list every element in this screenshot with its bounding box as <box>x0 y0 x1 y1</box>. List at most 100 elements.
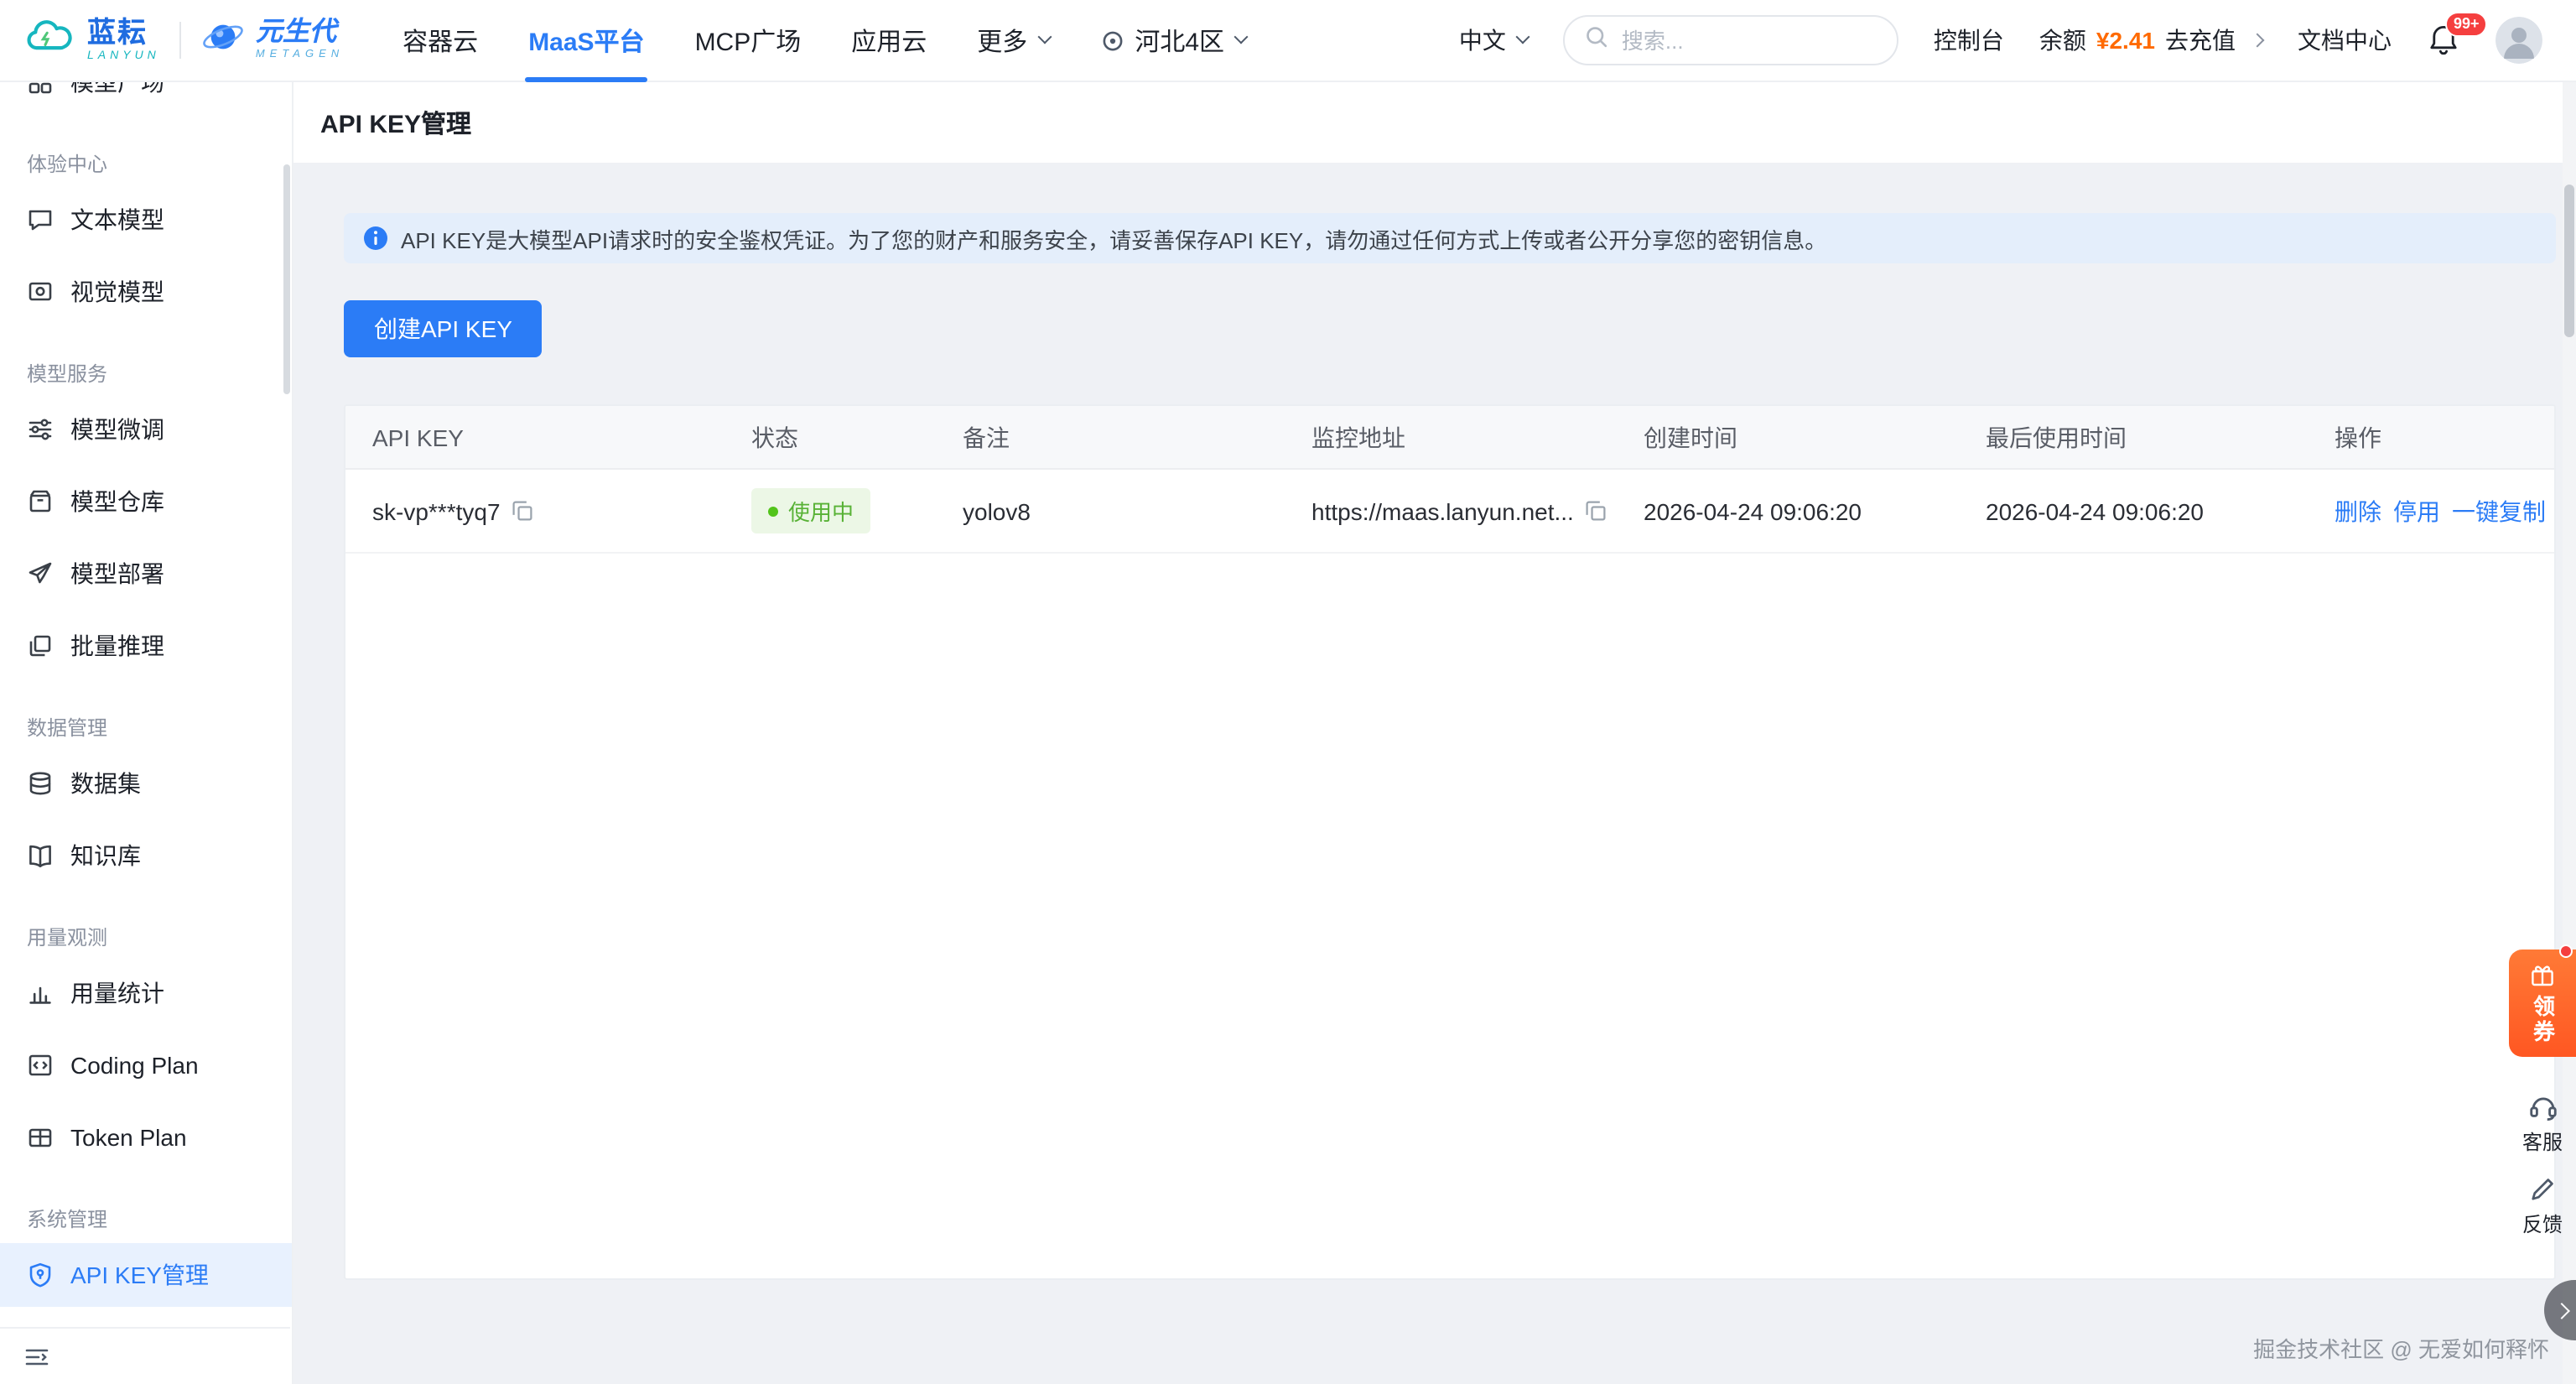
coupon-float-button[interactable]: 领券 <box>2509 950 2576 1057</box>
one-click-copy-link[interactable]: 一键复制 <box>2452 494 2546 528</box>
app-root: 蓝耘 LANYUN 元生代 METAGEN 容器云 MaaS平台 MCP广场 应… <box>0 0 2576 1384</box>
tune-icon <box>27 416 54 443</box>
api-key-table-card: API KEY 状态 备注 监控地址 创建时间 最后使用时间 操作 sk-vp*… <box>344 404 2556 1280</box>
support-float-button[interactable]: 客服 <box>2512 1090 2573 1156</box>
page-scrollbar-thumb[interactable] <box>2564 185 2574 337</box>
location-icon <box>1099 28 1124 53</box>
sidebar-item-label: 模型部署 <box>70 557 164 591</box>
language-selector[interactable]: 中文 <box>1459 23 1528 57</box>
notification-bell[interactable]: 99+ <box>2427 23 2460 57</box>
brand-divider <box>180 22 182 59</box>
region-label: 河北4区 <box>1135 23 1224 58</box>
column-header-last-used: 最后使用时间 <box>1959 420 2308 454</box>
sidebar-section-data-management: 数据管理 <box>27 715 265 743</box>
sidebar-item-label: 知识库 <box>70 839 141 872</box>
nav-item-container-cloud[interactable]: 容器云 <box>377 0 503 81</box>
column-header-status: 状态 <box>724 420 936 454</box>
sidebar-item-label: Coding Plan <box>70 1052 199 1079</box>
sidebar-item-label: 模型仓库 <box>70 485 164 518</box>
column-header-monitor-url: 监控地址 <box>1285 420 1617 454</box>
sidebar: 模型广场 体验中心 文本模型 视觉模型 模型服务 模型微调 模型仓库 <box>0 82 293 1384</box>
search-input[interactable] <box>1622 28 1877 53</box>
balance-recharge[interactable]: 余额 ¥2.41 去充值 <box>2039 23 2262 57</box>
coupon-notification-dot <box>2559 944 2573 958</box>
sidebar-item-dataset[interactable]: 数据集 <box>0 752 292 815</box>
chevron-down-icon <box>1234 30 1249 44</box>
sidebar-item-batch-inference[interactable]: 批量推理 <box>0 614 292 678</box>
nav-item-app-cloud[interactable]: 应用云 <box>826 0 952 81</box>
brand-lanyun[interactable]: 蓝耘 LANYUN 元生代 METAGEN <box>23 14 344 66</box>
nav-label: 更多 <box>977 23 1027 58</box>
nav-label: MCP广场 <box>695 23 802 58</box>
sidebar-item-text-model[interactable]: 文本模型 <box>0 188 292 252</box>
support-label: 客服 <box>2522 1127 2563 1156</box>
sidebar-item-coding-plan[interactable]: Coding Plan <box>0 1033 292 1097</box>
create-api-key-button[interactable]: 创建API KEY <box>344 300 543 357</box>
balance-amount: ¥2.41 <box>2096 27 2155 54</box>
api-key-cell: sk-vp***tyq7 <box>345 497 724 524</box>
copy-monitor-url-icon[interactable] <box>1586 500 1607 522</box>
sidebar-scrollbar-thumb[interactable] <box>283 164 290 394</box>
status-dot-icon <box>768 506 778 516</box>
console-link[interactable]: 控制台 <box>1934 23 2004 57</box>
chart-icon <box>27 980 54 1007</box>
vision-icon <box>27 278 54 305</box>
sidebar-item-model-marketplace[interactable]: 模型广场 <box>0 82 292 114</box>
search-icon <box>1585 24 1608 56</box>
shield-icon <box>27 1262 54 1288</box>
sidebar-item-usage-stats[interactable]: 用量统计 <box>0 961 292 1025</box>
chevron-right-icon <box>2553 1302 2570 1319</box>
brand-lanyun-text: 蓝耘 LANYUN <box>87 18 160 62</box>
sidebar-item-model-finetune[interactable]: 模型微调 <box>0 398 292 461</box>
status-label: 使用中 <box>788 495 854 527</box>
last-used-cell: 2026-04-24 09:06:20 <box>1959 497 2308 524</box>
sidebar-item-label: 模型广场 <box>70 82 164 99</box>
note-cell: yolov8 <box>936 497 1285 524</box>
sidebar-item-model-repository[interactable]: 模型仓库 <box>0 470 292 533</box>
region-selector[interactable]: 河北4区 <box>1074 0 1271 81</box>
recharge-link[interactable]: 去充值 <box>2165 23 2236 57</box>
token-icon <box>27 1124 54 1151</box>
sidebar-section-usage: 用量观测 <box>27 924 265 953</box>
column-header-note: 备注 <box>936 420 1285 454</box>
sidebar-section-model-services: 模型服务 <box>27 361 265 389</box>
sidebar-item-knowledge-base[interactable]: 知识库 <box>0 824 292 887</box>
status-badge: 使用中 <box>751 488 870 533</box>
nav-item-mcp-market[interactable]: MCP广场 <box>670 0 827 81</box>
sidebar-item-vision-model[interactable]: 视觉模型 <box>0 260 292 324</box>
sidebar-item-label: Token Plan <box>70 1124 187 1151</box>
collapse-sidebar-icon <box>23 1343 50 1370</box>
delete-link[interactable]: 删除 <box>2334 494 2381 528</box>
docs-center-link[interactable]: 文档中心 <box>2298 23 2392 57</box>
created-at-cell: 2026-04-24 09:06:20 <box>1617 497 1959 524</box>
column-header-actions: 操作 <box>2308 420 2554 454</box>
sidebar-collapse[interactable] <box>0 1327 290 1384</box>
sidebar-item-label: 文本模型 <box>70 203 164 237</box>
knowledge-icon <box>27 842 54 869</box>
brand-metagen-text: 元生代 METAGEN <box>256 20 344 61</box>
chevron-down-icon <box>1515 30 1530 44</box>
nav-item-maas-platform[interactable]: MaaS平台 <box>503 0 669 81</box>
brand-lanyun-cn: 蓝耘 <box>87 18 160 47</box>
sidebar-item-model-deploy[interactable]: 模型部署 <box>0 542 292 606</box>
sidebar-item-label: 批量推理 <box>70 629 164 663</box>
user-avatar[interactable] <box>2496 17 2542 64</box>
copy-api-key-icon[interactable] <box>512 500 534 522</box>
api-key-value: sk-vp***tyq7 <box>372 497 501 524</box>
cloud-logo-icon <box>23 18 77 62</box>
sidebar-item-token-plan[interactable]: Token Plan <box>0 1106 292 1169</box>
sidebar-item-api-key-management[interactable]: API KEY管理 <box>0 1243 292 1307</box>
nav-right-cluster: 中文 控制台 余额 ¥2.41 去充值 文档中心 99+ <box>1459 15 2553 65</box>
watermark: 掘金技术社区 @ 无爱如何释怀 <box>2253 1332 2549 1364</box>
repo-icon <box>27 488 54 515</box>
disable-link[interactable]: 停用 <box>2393 494 2440 528</box>
actions-cell: 删除 停用 一键复制 <box>2308 494 2554 528</box>
nav-item-more[interactable]: 更多 <box>952 0 1074 81</box>
nav-label: MaaS平台 <box>528 23 644 58</box>
feedback-float-button[interactable]: 反馈 <box>2512 1174 2573 1238</box>
batch-icon <box>27 632 54 659</box>
status-cell: 使用中 <box>724 488 936 533</box>
brand-metagen-cn: 元生代 <box>256 20 344 47</box>
main-menu: 容器云 MaaS平台 MCP广场 应用云 更多 河北4区 <box>377 0 1271 81</box>
sidebar-item-label: 视觉模型 <box>70 275 164 309</box>
